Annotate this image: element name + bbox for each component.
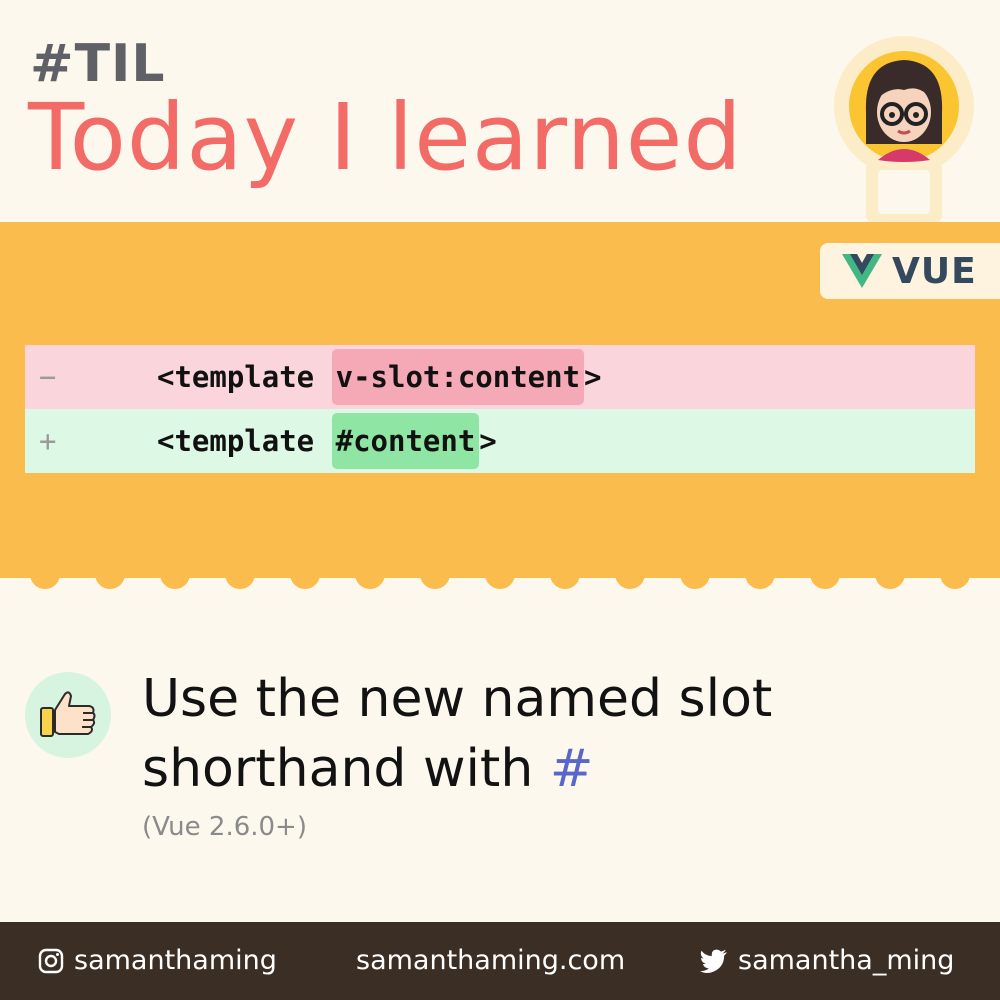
twitter-icon [700, 949, 727, 973]
footer-website[interactable]: samanthaming.com [356, 922, 625, 1000]
instagram-icon [38, 948, 64, 974]
page-title: Today I learned [28, 84, 743, 191]
tip-hash-highlight: # [549, 739, 594, 799]
diff-plus-sign: + [39, 424, 57, 458]
footer-instagram[interactable]: samanthaming [38, 922, 277, 1000]
avatar-lightbulb-icon [834, 36, 974, 222]
vue-badge: VUE [820, 243, 1000, 299]
footer: samanthaming samanthaming.com samantha_m… [0, 922, 1000, 1000]
vue-logo-icon [842, 254, 882, 288]
vue-badge-label: VUE [892, 250, 977, 292]
code-suffix: > [479, 424, 497, 458]
diff-code-removed: <template v-slot:content > [157, 345, 602, 409]
tip-body: Use the new named slot shorthand with [142, 669, 773, 799]
scallop-divider [30, 560, 970, 589]
code-highlight-removed: v-slot:content [331, 349, 585, 405]
footer-twitter[interactable]: samantha_ming [700, 922, 954, 1000]
code-prefix: <template [157, 424, 332, 458]
code-prefix: <template [157, 360, 332, 394]
twitter-handle[interactable]: samantha_ming [738, 922, 954, 1000]
til-tag: #TIL [30, 34, 166, 94]
diff-line-added: + <template #content > [25, 409, 975, 473]
diff-line-removed: − <template v-slot:content > [25, 345, 975, 409]
instagram-handle[interactable]: samanthaming [74, 922, 277, 1000]
version-note: (Vue 2.6.0+) [142, 812, 307, 842]
code-highlight-added: #content [331, 413, 480, 469]
website-link[interactable]: samanthaming.com [356, 922, 625, 1000]
diff-minus-sign: − [39, 360, 57, 394]
diff-code-added: <template #content > [157, 409, 497, 473]
thumbs-up-badge [25, 672, 111, 758]
thumbs-up-icon [40, 691, 96, 737]
code-suffix: > [584, 360, 602, 394]
tip-text: Use the new named slot shorthand with # [142, 664, 962, 804]
